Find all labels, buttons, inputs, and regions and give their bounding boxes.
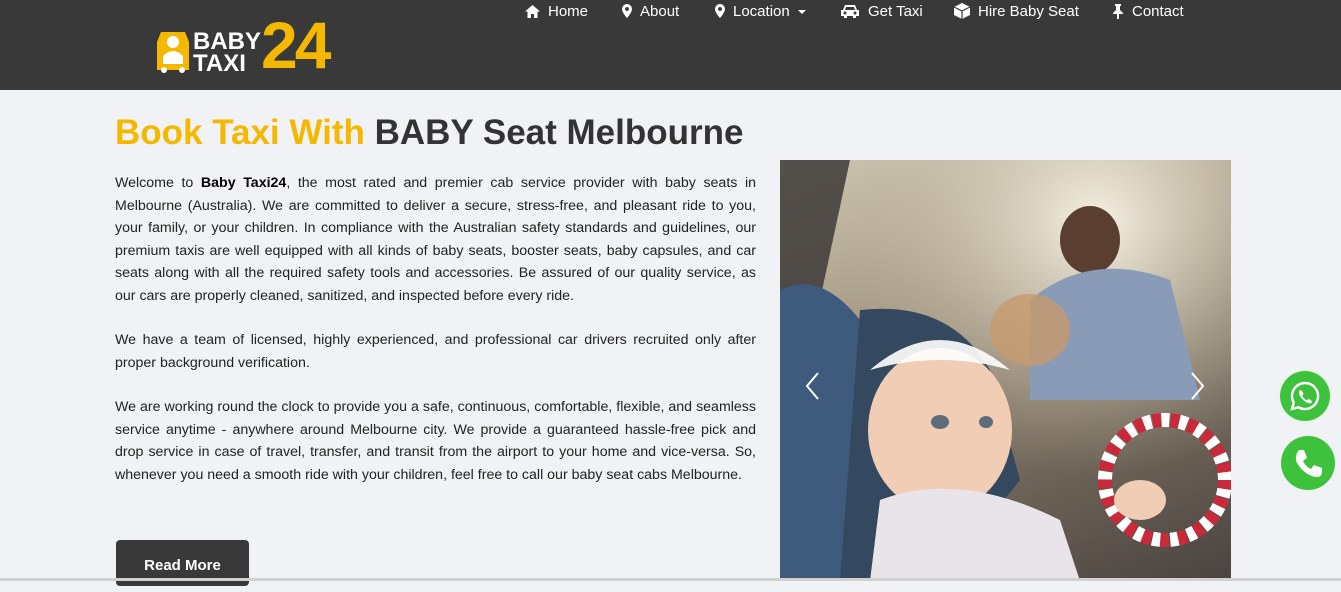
logo-word-taxi: TAXI <box>193 50 246 77</box>
whatsapp-icon <box>1290 381 1320 411</box>
nav-hire-baby-seat-label: Hire Baby Seat <box>978 2 1079 20</box>
intro-paragraph-1: Welcome to Baby Taxi24, the most rated a… <box>115 172 756 307</box>
chevron-left-icon[interactable] <box>802 370 824 402</box>
nav-location[interactable]: Location <box>715 0 806 22</box>
phone-icon <box>1295 450 1322 477</box>
chevron-right-icon[interactable] <box>1186 370 1208 402</box>
image-carousel <box>780 160 1231 581</box>
nav-location-label: Location <box>733 2 790 20</box>
brand-name: Baby Taxi24 <box>200 175 287 191</box>
logo-number: 24 <box>261 8 331 82</box>
car-icon <box>841 5 859 18</box>
nav-get-taxi[interactable]: Get Taxi <box>840 0 923 22</box>
site-logo[interactable]: BABY TAXI 24 <box>153 8 343 82</box>
intro-rest: , the most rated and premier cab service… <box>115 175 756 304</box>
home-icon <box>525 4 540 18</box>
whatsapp-button[interactable] <box>1280 371 1330 421</box>
nav-home-label: Home <box>548 2 589 20</box>
nav-home[interactable]: Home <box>525 0 588 22</box>
cube-icon <box>954 3 970 19</box>
page-title-highlight: Book Taxi With <box>115 113 365 152</box>
navbar: BABY TAXI 24 Home About Location Get Tax… <box>0 0 1341 90</box>
intro-paragraph-3: We are working round the clock to provid… <box>115 399 756 483</box>
baby-car-seat-photo <box>780 160 1231 581</box>
nav-contact[interactable]: Contact <box>1112 0 1184 22</box>
nav-about[interactable]: About <box>622 0 679 22</box>
nav-get-taxi-label: Get Taxi <box>868 2 923 20</box>
map-marker-icon <box>715 4 725 18</box>
page-title-rest: BABY Seat Melbourne <box>374 113 744 152</box>
intro-lead: Welcome to <box>115 175 201 191</box>
nav-contact-label: Contact <box>1132 2 1184 20</box>
intro-paragraph-2: We have a team of licensed, highly exper… <box>115 332 756 371</box>
phone-call-button[interactable] <box>1281 436 1335 490</box>
map-marker-icon <box>622 4 632 18</box>
page-title: Book Taxi With BABY Seat Melbourne <box>115 112 743 154</box>
pin-icon <box>1113 3 1123 19</box>
car-seat-taxi-icon <box>157 32 189 73</box>
chevron-down-icon <box>797 10 806 14</box>
intro-text: Welcome to Baby Taxi24, the most rated a… <box>115 172 756 508</box>
nav-about-label: About <box>640 2 680 20</box>
nav-hire-baby-seat[interactable]: Hire Baby Seat <box>954 0 1079 22</box>
